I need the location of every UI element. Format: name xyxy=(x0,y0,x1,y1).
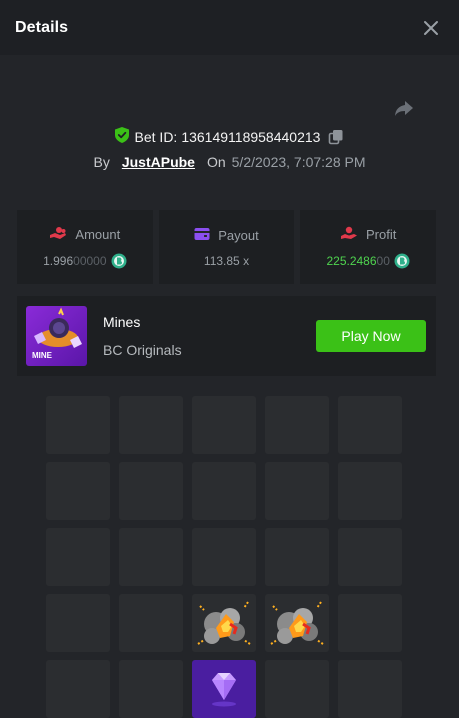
board-tile xyxy=(46,396,110,454)
stat-profit: Profit 225.248600 xyxy=(300,210,437,284)
board-tile xyxy=(46,594,110,652)
payout-value: 113.85 x xyxy=(203,253,250,268)
bet-details-panel: Details Bet ID: 136149118958440213 By Ju… xyxy=(0,0,459,718)
profit-label: Profit xyxy=(366,226,397,242)
payout-label: Payout xyxy=(218,227,259,243)
mines-thumbnail[interactable]: MINE xyxy=(26,306,87,366)
on-label: On xyxy=(206,154,226,170)
mines-board xyxy=(46,396,403,718)
gem-tile xyxy=(192,660,256,718)
board-tile xyxy=(338,528,402,586)
amount-value-dim: 00000 xyxy=(73,253,107,268)
board-tile xyxy=(46,462,110,520)
bcd-coin-icon xyxy=(394,253,410,269)
game-provider: BC Originals xyxy=(103,342,182,358)
username-link[interactable]: JustAPube xyxy=(122,154,195,170)
shield-check-icon xyxy=(114,126,129,148)
board-tile xyxy=(192,462,256,520)
amount-value: 1.99600000 xyxy=(43,254,106,268)
board-tile xyxy=(265,462,329,520)
board-tile xyxy=(192,396,256,454)
board-tile xyxy=(265,396,329,454)
board-tile xyxy=(119,660,183,718)
bet-id-row: Bet ID: 136149118958440213 xyxy=(0,126,459,148)
board-tile xyxy=(46,660,110,718)
stat-amount: Amount 1.99600000 xyxy=(17,210,153,284)
mine-tile xyxy=(265,594,329,652)
board-tile xyxy=(338,594,402,652)
thumb-label: MINE xyxy=(32,351,53,360)
bet-datetime: 5/2/2023, 7:07:28 PM xyxy=(231,154,366,170)
bet-id-value: 136149118958440213 xyxy=(181,129,321,145)
board-tile xyxy=(46,528,110,586)
header-bar: Details xyxy=(0,0,459,55)
coins-hand-icon xyxy=(49,226,67,243)
board-tile xyxy=(338,396,402,454)
close-icon[interactable] xyxy=(417,14,445,42)
by-label: By xyxy=(93,154,110,170)
amount-label: Amount xyxy=(75,226,121,242)
profit-hand-icon xyxy=(340,226,358,243)
bcd-coin-icon xyxy=(111,253,127,269)
board-tile xyxy=(338,660,402,718)
bet-id-label: Bet ID: xyxy=(134,129,178,145)
bet-meta-row: By JustAPube On 5/2/2023, 7:07:28 PM xyxy=(0,152,459,172)
wallet-icon xyxy=(194,227,210,244)
share-icon[interactable] xyxy=(392,96,416,120)
play-now-button[interactable]: Play Now xyxy=(316,320,426,352)
board-tile xyxy=(338,462,402,520)
profit-value-main: 225.2486 xyxy=(326,253,377,268)
stat-payout: Payout 113.85 x xyxy=(158,210,295,284)
game-name: Mines xyxy=(103,314,141,330)
board-tile xyxy=(192,528,256,586)
profit-value-dim: 00 xyxy=(376,253,390,268)
game-card: MINE Mines BC Originals Play Now xyxy=(17,296,436,376)
board-tile xyxy=(119,396,183,454)
panel-title: Details xyxy=(15,18,69,36)
board-tile xyxy=(119,528,183,586)
board-tile xyxy=(265,660,329,718)
board-tile xyxy=(119,594,183,652)
copy-icon[interactable] xyxy=(328,129,344,145)
mine-tile xyxy=(192,594,256,652)
board-tile xyxy=(265,528,329,586)
board-tile xyxy=(119,462,183,520)
amount-value-main: 1.996 xyxy=(43,253,74,268)
bet-stats: Amount 1.99600000 Payout 113.85 x Profit… xyxy=(17,210,437,284)
profit-value: 225.248600 xyxy=(326,254,389,268)
